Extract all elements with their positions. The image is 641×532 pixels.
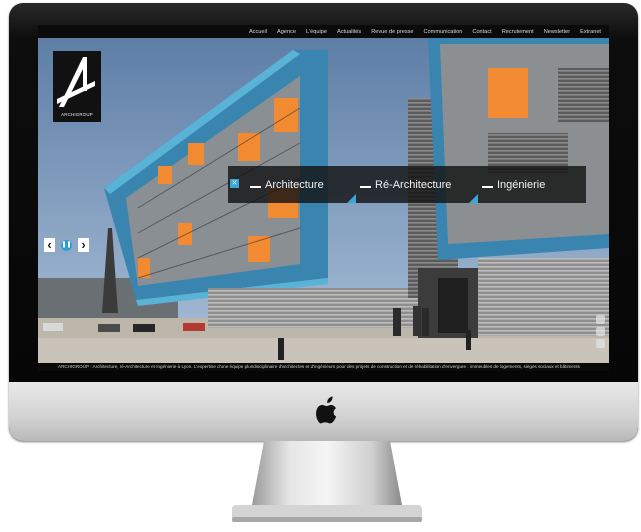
apple-logo-icon bbox=[316, 396, 337, 424]
nav-item-revue-de-presse[interactable]: Revue de presse bbox=[371, 29, 413, 35]
dash-icon bbox=[360, 186, 371, 188]
menu-item-ingenierie[interactable]: Ingénierie bbox=[469, 166, 586, 203]
share-icon[interactable] bbox=[596, 327, 605, 336]
corner-marker-icon bbox=[347, 194, 356, 203]
category-menu: Architecture Ré-Architecture Ingénierie bbox=[228, 166, 586, 203]
menu-item-architecture[interactable]: Architecture bbox=[228, 166, 348, 203]
share-icon[interactable] bbox=[596, 315, 605, 324]
close-icon[interactable]: ✕ bbox=[230, 179, 239, 188]
pause-icon[interactable]: ❚❚ bbox=[61, 239, 72, 251]
menu-item-label: Architecture bbox=[265, 178, 324, 191]
nav-item-agence[interactable]: Agence bbox=[277, 29, 296, 35]
logo-text: ARCHIGROUP bbox=[61, 112, 93, 117]
nav-item-actualites[interactable]: Actualités bbox=[337, 29, 361, 35]
nav-item-recrutement[interactable]: Recrutement bbox=[502, 29, 534, 35]
nav-item-accueil[interactable]: Accueil bbox=[249, 29, 267, 35]
nav-item-newsletter[interactable]: Newsletter bbox=[544, 29, 570, 35]
slideshow-controls: ‹ ❚❚ › bbox=[44, 238, 89, 252]
menu-item-label: Ingénierie bbox=[497, 178, 546, 191]
screen: Accueil Agence L'équipe Actualités Revue… bbox=[38, 25, 609, 371]
nav-item-contact[interactable]: Contact bbox=[472, 29, 491, 35]
nav-item-extranet[interactable]: Extranet bbox=[580, 29, 601, 35]
archigroup-logo[interactable]: ARCHIGROUP bbox=[53, 51, 101, 122]
share-icon[interactable] bbox=[596, 339, 605, 348]
menu-item-re-architecture[interactable]: Ré-Architecture bbox=[347, 166, 470, 203]
dash-icon bbox=[250, 186, 261, 188]
menu-item-label: Ré-Architecture bbox=[375, 178, 452, 191]
top-navigation: Accueil Agence L'équipe Actualités Revue… bbox=[38, 25, 609, 38]
social-sidebar bbox=[596, 315, 606, 348]
chevron-right-icon[interactable]: › bbox=[78, 238, 89, 252]
logo-mark-icon bbox=[57, 57, 95, 107]
footer-description: ARCHIGROUP : Architecture, ré-Architectu… bbox=[58, 364, 580, 369]
footer-bar: ARCHIGROUP : Architecture, ré-Architectu… bbox=[38, 363, 609, 371]
dash-icon bbox=[482, 186, 493, 188]
nav-item-communication[interactable]: Communication bbox=[424, 29, 463, 35]
nav-item-equipe[interactable]: L'équipe bbox=[306, 29, 327, 35]
corner-marker-icon bbox=[469, 194, 478, 203]
monitor-stand bbox=[232, 441, 422, 522]
chevron-left-icon[interactable]: ‹ bbox=[44, 238, 55, 252]
